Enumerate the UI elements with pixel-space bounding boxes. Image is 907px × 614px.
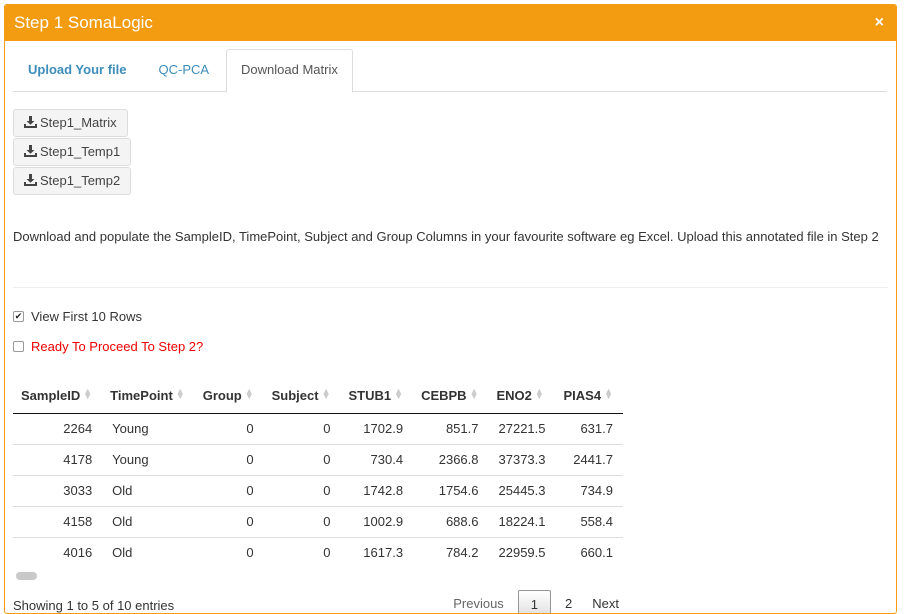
cell-stub1: 1742.8 (340, 474, 414, 506)
cell-group: 0 (194, 443, 264, 475)
tab-upload-your-file[interactable]: Upload Your file (13, 49, 141, 92)
download-icon (24, 145, 37, 157)
col-header-eno2[interactable]: ENO2 ▲ ▼ (488, 379, 556, 414)
cell-group: 0 (194, 536, 264, 568)
cell-cebpb: 2366.8 (413, 443, 489, 475)
page-2-button[interactable]: 2 (555, 590, 582, 613)
cell-pias4: 2441.7 (555, 443, 623, 475)
sort-icon: ▲ ▼ (534, 386, 544, 402)
cell-group: 0 (194, 505, 264, 537)
divider (13, 287, 888, 288)
cell-eno2: 27221.5 (498, 421, 546, 436)
entries-info: Showing 1 to 5 of 10 entries (13, 597, 175, 613)
cell-cebpb: 784.2 (413, 536, 489, 568)
cell-subject: 0 (263, 443, 341, 475)
cell-eno2: 22959.5 (488, 536, 556, 568)
cell-timepoint: Old (102, 505, 195, 537)
sort-icon: ▲ ▼ (321, 386, 331, 402)
cell-eno2: 18224.1 (488, 505, 556, 537)
ready-to-proceed-label: Ready To Proceed To Step 2? (31, 338, 204, 354)
cell-cebpb: 1754.6 (413, 474, 489, 506)
cell-stub1: 730.4 (340, 443, 414, 475)
next-page-button[interactable]: Next (582, 590, 629, 613)
step1-temp1-label: Step1_Temp1 (40, 144, 121, 159)
table-horizontal-scrollbar[interactable] (13, 569, 629, 583)
cell-sampleid: 3033 (13, 474, 103, 506)
step1-temp2-button[interactable]: Step1_Temp2 (13, 167, 132, 195)
tab-qc-pca[interactable]: QC-PCA (143, 49, 224, 92)
view-first-rows-option[interactable]: ✔ View First 10 Rows (13, 306, 888, 326)
step1-matrix-button[interactable]: Step1_Matrix (13, 109, 128, 137)
cell-subject: 0 (323, 421, 331, 436)
tab-bar: Upload Your file QC-PCA Download Matrix (13, 49, 887, 93)
table-row: 4178 Young 0 0 730.4 2366.8 37373.3 2441… (13, 443, 623, 475)
panel-body: Upload Your file QC-PCA Download Matrix … (5, 41, 896, 613)
download-buttons: Step1_Matrix Step1_Temp1 Step1_Temp2 (13, 109, 888, 195)
pagination: Previous 1 2 Next (443, 590, 629, 613)
instructions-text: Download and populate the SampleID, Time… (13, 229, 879, 244)
cell-subject: 0 (263, 474, 341, 506)
col-header-timepoint[interactable]: TimePoint ▲ ▼ (102, 379, 195, 414)
view-first-rows-checkbox[interactable]: ✔ (13, 310, 24, 322)
table-row: 2264 Young 0 0 1702.9 851.7 27221.5 631.… (13, 413, 623, 444)
close-button[interactable]: × (873, 14, 886, 32)
cell-sampleid: 4158 (13, 505, 103, 537)
table-row: 4016 Old 0 0 1617.3 784.2 22959.5 660.1 (13, 536, 623, 568)
previous-page-button[interactable]: Previous (443, 590, 514, 613)
sort-icon: ▲ ▼ (83, 386, 93, 402)
table-header-row: SampleID ▲ ▼ TimePoint ▲ ▼ Group ▲ ▼ Subject ▲ ▼… (13, 379, 623, 414)
cell-sampleid: 2264 (63, 421, 93, 436)
cell-pias4: 734.9 (555, 474, 623, 506)
download-icon (24, 174, 37, 186)
col-header-stub1[interactable]: STUB1 ▲ ▼ (340, 379, 414, 414)
download-icon (24, 116, 37, 128)
step1-temp2-label: Step1_Temp2 (40, 173, 121, 188)
sort-icon: ▲ ▼ (604, 386, 613, 402)
cell-group: 0 (194, 474, 264, 506)
sort-icon: ▲ ▼ (244, 386, 254, 402)
tab-download-matrix[interactable]: Download Matrix (226, 49, 353, 93)
page-1-button[interactable]: 1 (517, 590, 552, 613)
cell-stub1: 1002.9 (340, 505, 414, 537)
cell-subject: 0 (263, 505, 341, 537)
scrollbar-thumb[interactable] (16, 572, 37, 580)
col-header-cebpb[interactable]: CEBPB ▲ ▼ (413, 379, 489, 414)
table-row: 4158 Old 0 0 1002.9 688.6 18224.1 558.4 (13, 505, 623, 537)
cell-sampleid: 4016 (13, 536, 103, 568)
col-header-sampleid[interactable]: SampleID ▲ ▼ (13, 379, 103, 414)
cell-eno2: 25445.3 (488, 474, 556, 506)
cell-group: 0 (246, 421, 254, 436)
cell-pias4: 631.7 (580, 421, 613, 436)
step1-panel: Step 1 SomaLogic × Upload Your file QC-P… (4, 4, 897, 614)
cell-stub1: 1617.3 (340, 536, 414, 568)
cell-timepoint: Young (112, 421, 149, 436)
cell-subject: 0 (263, 536, 341, 568)
col-header-group[interactable]: Group ▲ ▼ (194, 379, 264, 414)
view-first-rows-label: View First 10 Rows (31, 308, 143, 324)
cell-pias4: 558.4 (555, 505, 623, 537)
cell-sampleid: 4178 (13, 443, 103, 475)
cell-timepoint: Old (102, 474, 195, 506)
sort-icon: ▲ ▼ (175, 386, 185, 402)
cell-timepoint: Old (102, 536, 195, 568)
table-row: 3033 Old 0 0 1742.8 1754.6 25445.3 734.9 (13, 474, 623, 506)
col-header-pias4[interactable]: PIAS4 ▲ ▼ (555, 379, 623, 414)
cell-pias4: 660.1 (555, 536, 623, 568)
col-header-subject[interactable]: Subject ▲ ▼ (263, 379, 341, 414)
data-table: SampleID ▲ ▼ TimePoint ▲ ▼ Group ▲ ▼ Subject ▲ ▼… (13, 379, 623, 568)
sort-icon: ▲ ▼ (469, 386, 479, 402)
cell-eno2: 37373.3 (488, 443, 556, 475)
panel-title: Step 1 SomaLogic (14, 13, 153, 32)
panel-header: Step 1 SomaLogic × (5, 5, 896, 41)
cell-stub1: 1702.9 (363, 421, 404, 436)
cell-timepoint: Young (102, 443, 195, 475)
step1-matrix-label: Step1_Matrix (40, 115, 117, 130)
sort-icon: ▲ ▼ (394, 386, 404, 402)
step1-temp1-button[interactable]: Step1_Temp1 (13, 138, 132, 166)
ready-to-proceed-option[interactable]: Ready To Proceed To Step 2? (13, 336, 888, 356)
cell-cebpb: 688.6 (413, 505, 489, 537)
table-footer: Showing 1 to 5 of 10 entries Previous 1 … (13, 590, 629, 613)
ready-to-proceed-checkbox[interactable] (13, 340, 24, 352)
cell-cebpb: 851.7 (445, 421, 479, 436)
